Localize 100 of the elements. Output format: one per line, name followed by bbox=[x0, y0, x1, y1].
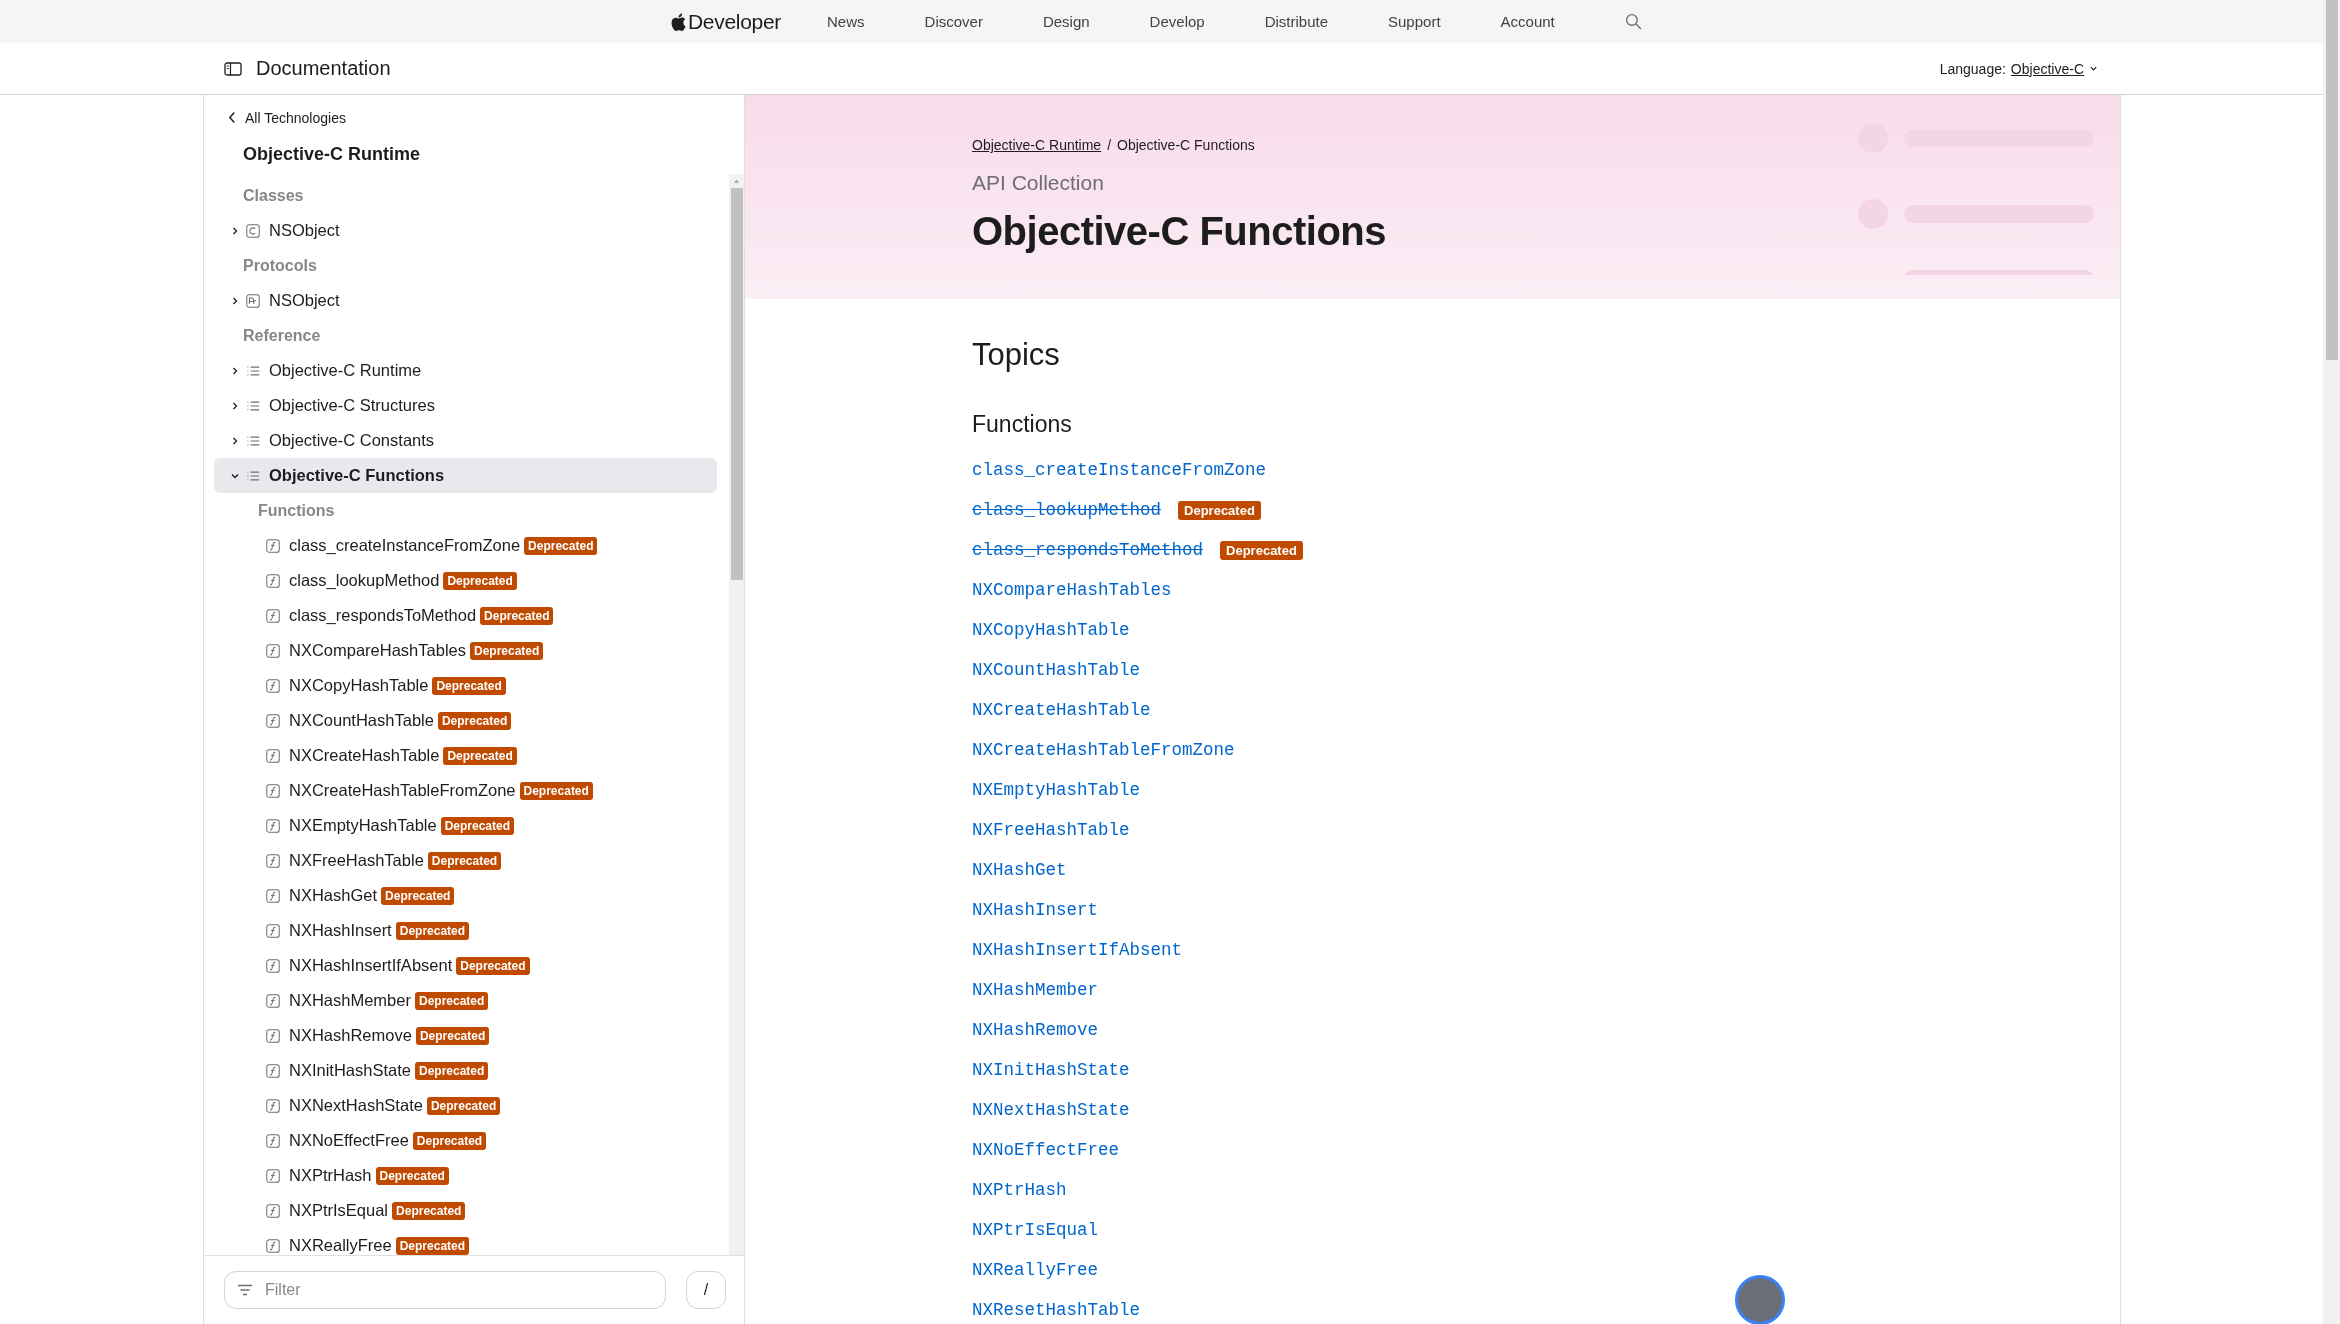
all-technologies-link[interactable]: All Technologies bbox=[245, 109, 346, 126]
topics-heading: Topics bbox=[972, 337, 1061, 373]
sidebar-item[interactable]: NXEmptyHashTable bbox=[266, 816, 437, 835]
class-icon bbox=[246, 223, 260, 238]
deprecated-tag: Deprecated bbox=[443, 571, 517, 590]
sidebar-item[interactable]: NXHashInsert bbox=[266, 921, 392, 940]
breadcrumb-link[interactable]: Objective-C Runtime bbox=[972, 137, 1102, 153]
function-link[interactable]: NXPtrIsEqual bbox=[972, 1220, 1099, 1240]
function-icon bbox=[266, 643, 280, 658]
sidebar-section-heading: Protocols bbox=[242, 256, 318, 276]
function-link[interactable]: NXReallyFree bbox=[972, 1260, 1099, 1280]
function-link[interactable]: NXHashRemove bbox=[972, 1020, 1099, 1040]
sidebar-item[interactable]: NXNoEffectFree bbox=[266, 1131, 409, 1150]
function-link[interactable]: NXFreeHashTable bbox=[972, 820, 1130, 840]
sidebar-item[interactable]: NXNextHashState bbox=[266, 1096, 423, 1115]
sidebar-item[interactable]: NXInitHashState bbox=[266, 1061, 411, 1080]
function-icon bbox=[266, 1063, 280, 1078]
language-link[interactable]: Objective-C bbox=[2010, 60, 2084, 77]
sidebar-item[interactable]: NXCreateHashTable bbox=[266, 746, 440, 765]
sidebar-item[interactable]: Objective-C Structures bbox=[214, 388, 717, 423]
sidebar-item[interactable]: NXCompareHashTables bbox=[266, 641, 466, 660]
chevron-right-icon[interactable] bbox=[230, 365, 240, 376]
chevron-right-icon[interactable] bbox=[230, 225, 240, 236]
avatar[interactable] bbox=[1735, 1275, 1785, 1324]
function-link[interactable]: NXHashMember bbox=[972, 980, 1099, 1000]
filter-field[interactable]: Filter bbox=[224, 1271, 666, 1309]
deprecated-tag: Deprecated bbox=[524, 536, 598, 555]
function-link[interactable]: NXCreateHashTable bbox=[972, 700, 1151, 720]
chevron-right-icon[interactable] bbox=[230, 295, 240, 306]
function-link[interactable]: class_respondsToMethod bbox=[972, 540, 1204, 560]
search-icon[interactable] bbox=[1624, 13, 1642, 30]
function-icon bbox=[266, 1133, 280, 1148]
function-icon bbox=[266, 993, 280, 1008]
sidebar-item[interactable]: NSObject bbox=[214, 213, 717, 248]
sidebar-item[interactable]: Objective-C Constants bbox=[214, 423, 717, 458]
sidebar-section-heading: Reference bbox=[242, 326, 322, 346]
chevron-left-icon[interactable] bbox=[228, 111, 237, 124]
sidebar-item[interactable]: NXReallyFree bbox=[266, 1236, 392, 1255]
chevron-down-icon[interactable] bbox=[2089, 64, 2098, 73]
documentation-title[interactable]: Documentation bbox=[256, 57, 391, 80]
deprecated-tag: Deprecated bbox=[443, 746, 517, 765]
function-link[interactable]: NXHashInsert bbox=[972, 900, 1099, 920]
scrollbar[interactable] bbox=[729, 174, 744, 1255]
function-link[interactable]: NXEmptyHashTable bbox=[972, 780, 1141, 800]
sidebar-item[interactable]: NXPtrHash bbox=[266, 1166, 372, 1185]
sidebar-item[interactable]: NXCreateHashTableFromZone bbox=[266, 781, 516, 800]
sidebar-item[interactable]: NXHashMember bbox=[266, 991, 411, 1010]
deprecated-tag: Deprecated bbox=[432, 676, 506, 695]
sidebar-item[interactable]: NXCountHashTable bbox=[266, 711, 434, 730]
function-link[interactable]: NXNextHashState bbox=[972, 1100, 1130, 1120]
function-icon bbox=[266, 853, 280, 868]
function-link[interactable]: NXInitHashState bbox=[972, 1060, 1130, 1080]
sidebar-item[interactable]: NSObject bbox=[214, 283, 717, 318]
function-link[interactable]: NXPtrHash bbox=[972, 1180, 1067, 1200]
breadcrumb-separator: / bbox=[1107, 137, 1112, 153]
sidebar-item[interactable]: Objective-C Runtime bbox=[214, 353, 717, 388]
function-link[interactable]: NXCountHashTable bbox=[972, 660, 1141, 680]
function-icon bbox=[266, 608, 280, 623]
nav-link[interactable]: Distribute bbox=[1264, 13, 1328, 30]
nav-link[interactable]: Account bbox=[1500, 13, 1555, 30]
breadcrumb-current: Objective-C Functions bbox=[1117, 137, 1255, 153]
function-icon bbox=[266, 888, 280, 903]
deprecated-tag: Deprecated bbox=[440, 816, 515, 835]
sidebar-item[interactable]: NXCopyHashTable bbox=[266, 676, 429, 695]
function-link[interactable]: class_createInstanceFromZone bbox=[972, 460, 1267, 480]
function-link[interactable]: NXHashGet bbox=[972, 860, 1067, 880]
nav-link[interactable]: Support bbox=[1388, 13, 1441, 30]
function-icon bbox=[266, 713, 280, 728]
nav-link[interactable]: News bbox=[827, 13, 865, 30]
sidebar-item[interactable]: NXHashGet bbox=[266, 886, 378, 905]
sidebar-item[interactable]: NXHashRemove bbox=[266, 1026, 412, 1045]
function-link[interactable]: NXCopyHashTable bbox=[972, 620, 1130, 640]
sidebar-title[interactable]: Objective-C Runtime bbox=[204, 130, 744, 174]
sidebar-item[interactable]: class_respondsToMethod bbox=[266, 606, 477, 625]
sidebar-toggle-icon[interactable] bbox=[224, 61, 242, 76]
nav-link[interactable]: Design bbox=[1042, 13, 1090, 30]
keyboard-shortcut-key[interactable]: / bbox=[686, 1271, 726, 1309]
chevron-right-icon[interactable] bbox=[230, 435, 240, 446]
sidebar-item[interactable]: class_createInstanceFromZone bbox=[266, 536, 521, 555]
sidebar-item[interactable]: NXFreeHashTable bbox=[266, 851, 424, 870]
page-eyebrow: API Collection bbox=[972, 171, 1105, 195]
page-scrollbar[interactable] bbox=[2323, 0, 2340, 1324]
function-link[interactable]: NXHashInsertIfAbsent bbox=[972, 940, 1183, 960]
function-link[interactable]: NXResetHashTable bbox=[972, 1300, 1141, 1320]
function-icon bbox=[266, 538, 280, 553]
filter-icon bbox=[237, 1284, 253, 1296]
sidebar-item[interactable]: Objective-C Functions bbox=[214, 458, 717, 493]
sidebar-item[interactable]: NXPtrIsEqual bbox=[266, 1201, 389, 1220]
deprecated-tag: Deprecated bbox=[412, 1131, 487, 1150]
deprecated-tag: Deprecated bbox=[415, 1061, 489, 1080]
function-link[interactable]: class_lookupMethod bbox=[972, 500, 1162, 520]
sidebar-item[interactable]: NXHashInsertIfAbsent bbox=[266, 956, 453, 975]
sidebar-item[interactable]: class_lookupMethod bbox=[266, 571, 440, 590]
nav-link[interactable]: Develop bbox=[1149, 13, 1205, 30]
nav-link[interactable]: Discover bbox=[924, 13, 983, 30]
chevron-right-icon[interactable] bbox=[230, 400, 240, 411]
function-link[interactable]: NXCompareHashTables bbox=[972, 580, 1172, 600]
function-link[interactable]: NXNoEffectFree bbox=[972, 1140, 1120, 1160]
function-link[interactable]: NXCreateHashTableFromZone bbox=[972, 740, 1235, 760]
developer-brand[interactable]: Developer bbox=[688, 9, 782, 34]
